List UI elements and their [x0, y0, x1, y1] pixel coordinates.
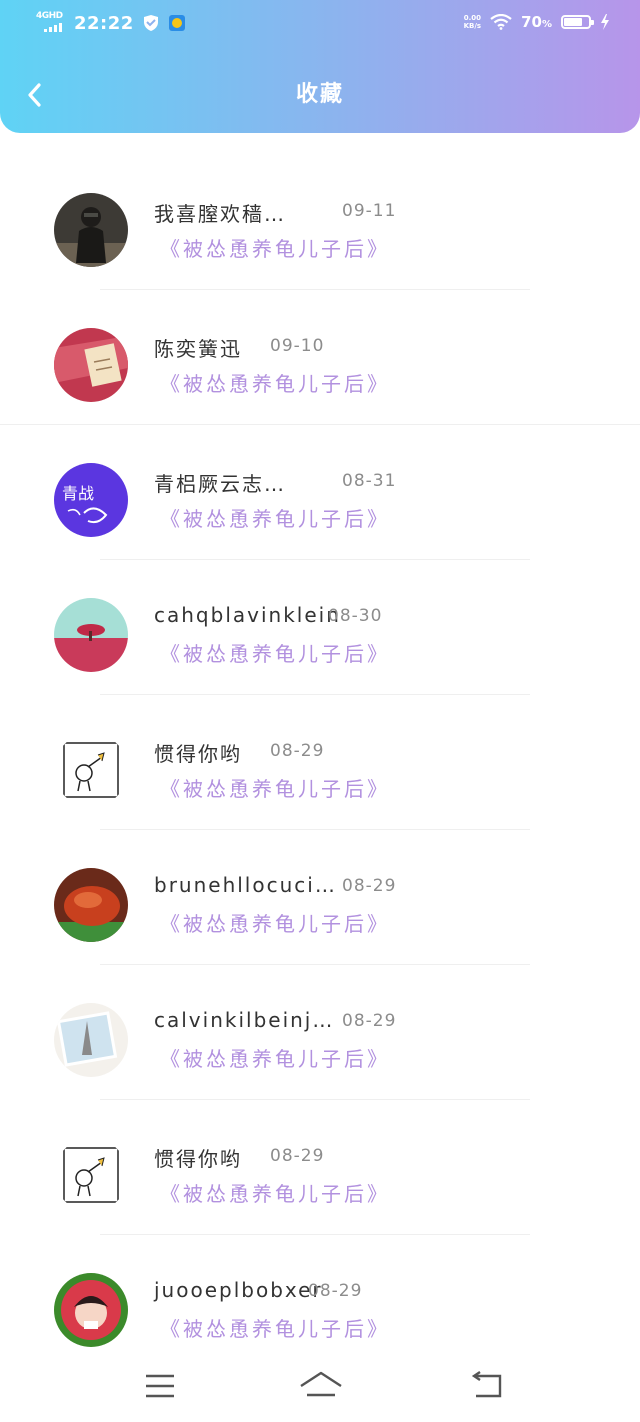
item-date: 08-29	[270, 741, 325, 761]
avatar	[54, 1138, 128, 1212]
app-notification-icon	[168, 15, 185, 31]
book-title: 《被怂恿养龟儿子后》	[160, 1182, 390, 1206]
book-title: 《被怂恿养龟儿子后》	[160, 507, 390, 531]
list-item[interactable]: 青战 青梠厥云志… 08-31 《被怂恿养龟儿子后》	[0, 425, 640, 560]
user-name: juooeplbobxer	[154, 1278, 323, 1302]
avatar: 青战	[54, 463, 128, 537]
battery-icon	[561, 15, 594, 29]
list-item[interactable]: cahqblavinklein 08-30 《被怂恿养龟儿子后》	[0, 560, 640, 695]
item-date: 09-10	[270, 336, 325, 356]
item-date: 08-31	[342, 471, 397, 491]
battery-percent: 70%	[521, 13, 552, 31]
status-bar: 4GHD 22:22 0.00 KB/s 70%	[0, 0, 640, 48]
list-item[interactable]: 我喜膣欢穑… 09-11 《被怂恿养龟儿子后》	[0, 155, 640, 290]
network-type: 4GHD	[36, 11, 63, 21]
item-date: 09-11	[342, 201, 397, 221]
home-button[interactable]	[298, 1368, 344, 1404]
book-title: 《被怂恿养龟儿子后》	[160, 1317, 390, 1341]
list-item[interactable]: juooeplbobxer 08-29 《被怂恿养龟儿子后》	[0, 1235, 640, 1370]
avatar	[54, 598, 128, 672]
user-name: 我喜膣欢穑…	[154, 202, 286, 226]
header-bar: 4GHD 22:22 0.00 KB/s 70% 收藏	[0, 0, 640, 133]
book-title: 《被怂恿养龟儿子后》	[160, 777, 390, 801]
avatar	[54, 1273, 128, 1347]
wifi-icon	[490, 14, 512, 30]
avatar	[54, 328, 128, 402]
avatar	[54, 733, 128, 807]
user-name: 陈奕簧迅	[154, 337, 242, 361]
user-name: calvinkilbeinj…	[154, 1008, 335, 1032]
home-icon	[300, 1371, 342, 1397]
list-item[interactable]: 陈奕簧迅 09-10 《被怂恿养龟儿子后》	[0, 290, 640, 425]
charging-icon	[601, 14, 609, 30]
list-item[interactable]: 惯得你哟 08-29 《被怂恿养龟儿子后》	[0, 695, 640, 830]
book-title: 《被怂恿养龟儿子后》	[160, 1047, 390, 1071]
item-date: 08-29	[270, 1146, 325, 1166]
avatar	[54, 1003, 128, 1077]
network-speed: 0.00 KB/s	[463, 14, 482, 30]
user-name: cahqblavinklein	[154, 603, 341, 627]
back-nav-button[interactable]	[470, 1368, 510, 1404]
shield-icon	[143, 15, 158, 31]
user-name: brunehllocuci…	[154, 873, 337, 897]
user-name: 惯得你哟	[154, 1147, 242, 1171]
list-item[interactable]: calvinkilbeinj… 08-29 《被怂恿养龟儿子后》	[0, 965, 640, 1100]
status-time: 22:22	[74, 12, 134, 34]
item-date: 08-30	[328, 606, 383, 626]
avatar	[54, 868, 128, 942]
user-name: 青梠厥云志…	[154, 472, 286, 496]
menu-icon	[146, 1374, 174, 1398]
signal-icon: 4GHD	[36, 11, 66, 35]
item-date: 08-29	[308, 1281, 363, 1301]
svg-text:青战: 青战	[62, 484, 94, 503]
item-date: 08-29	[342, 1011, 397, 1031]
book-title: 《被怂恿养龟儿子后》	[160, 237, 390, 261]
back-icon	[471, 1371, 502, 1398]
page-title: 收藏	[295, 82, 344, 107]
user-name: 惯得你哟	[154, 742, 242, 766]
favorites-list: 我喜膣欢穑… 09-11 《被怂恿养龟儿子后》 陈奕簧迅 09-10 《被怂恿养…	[0, 155, 640, 1370]
book-title: 《被怂恿养龟儿子后》	[160, 912, 390, 936]
book-title: 《被怂恿养龟儿子后》	[160, 372, 390, 396]
book-title: 《被怂恿养龟儿子后》	[160, 642, 390, 666]
item-date: 08-29	[342, 876, 397, 896]
menu-button[interactable]	[142, 1368, 182, 1404]
list-item[interactable]: brunehllocuci… 08-29 《被怂恿养龟儿子后》	[0, 830, 640, 965]
system-nav-bar	[0, 1352, 640, 1422]
list-item[interactable]: 惯得你哟 08-29 《被怂恿养龟儿子后》	[0, 1100, 640, 1235]
avatar	[54, 193, 128, 267]
